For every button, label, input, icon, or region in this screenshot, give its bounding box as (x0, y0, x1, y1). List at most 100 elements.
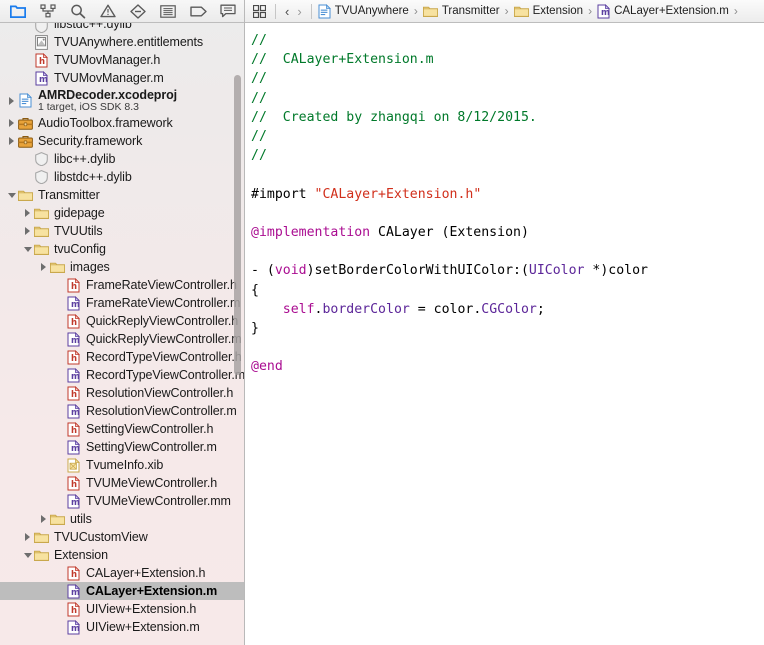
file-tree-row-label: TVUCustomView (54, 530, 148, 544)
file-tree-row-label: QuickReplyViewController.m (86, 332, 242, 346)
file-tree-row[interactable]: m ResolutionViewController.m (0, 402, 244, 420)
impl-file-icon: m (65, 331, 82, 347)
xcode-window: libstdc++.dylib TVUAnywhere.entitlements h… (0, 0, 764, 645)
disclosure-triangle-open-icon[interactable] (22, 240, 33, 258)
breadcrumb-label: Transmitter (441, 5, 500, 17)
disclosure-triangle-closed-icon[interactable] (22, 204, 33, 222)
header-file-icon: h (65, 475, 82, 491)
disclosure-triangle-closed-icon[interactable] (38, 258, 49, 276)
breadcrumb-separator-icon: › (504, 4, 509, 18)
file-tree-row[interactable]: m RecordTypeViewController.m (0, 366, 244, 384)
file-tree-row[interactable]: m UIView+Extension.m (0, 618, 244, 636)
find-navigator-icon[interactable] (63, 0, 93, 22)
disclosure-triangle-closed-icon[interactable] (22, 528, 33, 546)
file-tree-row-selected[interactable]: m CALayer+Extension.m (0, 582, 244, 600)
file-tree-row[interactable]: m QuickReplyViewController.m (0, 330, 244, 348)
file-tree-row-label: TVUUtils (54, 224, 103, 238)
navigate-forward-button[interactable]: › (293, 4, 305, 19)
folder-file-icon (49, 261, 66, 273)
file-tree-row[interactable]: TvumeInfo.xib (0, 456, 244, 474)
file-tree-row[interactable]: m SettingViewController.m (0, 438, 244, 456)
file-tree-row[interactable]: TVUCustomView (0, 528, 244, 546)
impl-file-icon: m (65, 439, 82, 455)
file-tree-row[interactable]: Security.framework (0, 132, 244, 150)
navigate-back-button[interactable]: ‹ (281, 4, 293, 19)
twisty-spacer (22, 69, 33, 87)
breadcrumb-item[interactable]: TVUAnywhere (317, 3, 410, 19)
file-tree-row-label: libstdc++.dylib (54, 170, 132, 184)
disclosure-triangle-closed-icon[interactable] (6, 114, 17, 132)
file-tree-row-label: TvumeInfo.xib (86, 458, 164, 472)
file-tree-row[interactable]: AudioToolbox.framework (0, 114, 244, 132)
xib-file-icon (65, 457, 82, 473)
file-tree-row[interactable]: h TVUMeViewController.h (0, 474, 244, 492)
twisty-spacer (22, 51, 33, 69)
twisty-spacer (54, 348, 65, 366)
twisty-spacer (54, 474, 65, 492)
folder-file-icon (33, 243, 50, 255)
svg-text:m: m (71, 336, 80, 346)
header-file-icon: h (65, 277, 82, 293)
file-tree-row[interactable]: tvuConfig (0, 240, 244, 258)
file-tree-row[interactable]: TVUAnywhere.entitlements (0, 33, 244, 51)
impl-file-icon: m (65, 619, 82, 635)
file-tree-row[interactable]: h QuickReplyViewController.h (0, 312, 244, 330)
file-tree-row[interactable]: h ResolutionViewController.h (0, 384, 244, 402)
file-tree-row[interactable]: libstdc++.dylib (0, 23, 244, 33)
navigator-scrollbar[interactable] (233, 23, 242, 645)
source-control-navigator-icon[interactable] (33, 0, 63, 22)
file-tree-row[interactable]: h FrameRateViewController.h (0, 276, 244, 294)
twisty-spacer (22, 150, 33, 168)
file-tree-row-label: SettingViewController.h (86, 422, 214, 436)
file-tree-row[interactable]: m TVUMovManager.m (0, 69, 244, 87)
breakpoint-navigator-icon[interactable] (183, 0, 213, 22)
file-tree-row[interactable]: AMRDecoder.xcodeproj 1 target, iOS SDK 8.… (0, 87, 244, 114)
file-tree-row[interactable]: Extension (0, 546, 244, 564)
dylib-file-icon (33, 152, 50, 166)
breadcrumb-item[interactable]: Extension (513, 5, 585, 17)
file-tree-row[interactable]: m FrameRateViewController.m (0, 294, 244, 312)
file-tree-row[interactable]: h RecordTypeViewController.h (0, 348, 244, 366)
header-file-icon: h (65, 421, 82, 437)
disclosure-triangle-open-icon[interactable] (6, 186, 17, 204)
file-tree-row[interactable]: libc++.dylib (0, 150, 244, 168)
issue-navigator-icon[interactable] (93, 0, 123, 22)
disclosure-triangle-closed-icon[interactable] (6, 92, 17, 110)
disclosure-triangle-open-icon[interactable] (22, 546, 33, 564)
test-navigator-icon[interactable] (123, 0, 153, 22)
file-tree-row[interactable]: h CALayer+Extension.h (0, 564, 244, 582)
file-tree-row[interactable]: images (0, 258, 244, 276)
file-tree-row[interactable]: h UIView+Extension.h (0, 600, 244, 618)
breadcrumb-separator-icon: › (733, 4, 738, 18)
navigator-scrollbar-thumb[interactable] (234, 75, 241, 375)
breadcrumb-item[interactable]: Transmitter (422, 5, 501, 17)
file-tree-row[interactable]: TVUUtils (0, 222, 244, 240)
impl-file-icon: m (65, 403, 82, 419)
disclosure-triangle-closed-icon[interactable] (22, 222, 33, 240)
source-code-editor[interactable]: //// CALayer+Extension.m////// Created b… (245, 23, 764, 645)
disclosure-triangle-closed-icon[interactable] (38, 510, 49, 528)
svg-text:m: m (39, 75, 48, 85)
file-tree-row[interactable]: gidepage (0, 204, 244, 222)
impl-file-icon: m (33, 70, 50, 86)
report-navigator-icon[interactable] (213, 0, 243, 22)
dylib-file-icon (33, 23, 50, 33)
related-items-icon[interactable] (249, 1, 270, 21)
svg-text:h: h (71, 606, 77, 616)
header-file-icon: h (33, 52, 50, 68)
file-tree-row[interactable]: utils (0, 510, 244, 528)
svg-text:h: h (71, 354, 77, 364)
breadcrumb-item[interactable]: m CALayer+Extension.m (596, 3, 730, 19)
file-tree-row[interactable]: libstdc++.dylib (0, 168, 244, 186)
disclosure-triangle-closed-icon[interactable] (6, 132, 17, 150)
project-file-tree[interactable]: libstdc++.dylib TVUAnywhere.entitlements h… (0, 23, 244, 645)
file-tree-row[interactable]: m TVUMeViewController.mm (0, 492, 244, 510)
file-tree-row[interactable]: Transmitter (0, 186, 244, 204)
file-tree-row[interactable]: h TVUMovManager.h (0, 51, 244, 69)
file-tree-row-label: images (70, 260, 110, 274)
file-tree-row[interactable]: h SettingViewController.h (0, 420, 244, 438)
project-navigator-icon[interactable] (3, 0, 33, 22)
debug-navigator-icon[interactable] (153, 0, 183, 22)
impl-file-icon: m (65, 493, 82, 509)
svg-text:m: m (71, 372, 80, 382)
